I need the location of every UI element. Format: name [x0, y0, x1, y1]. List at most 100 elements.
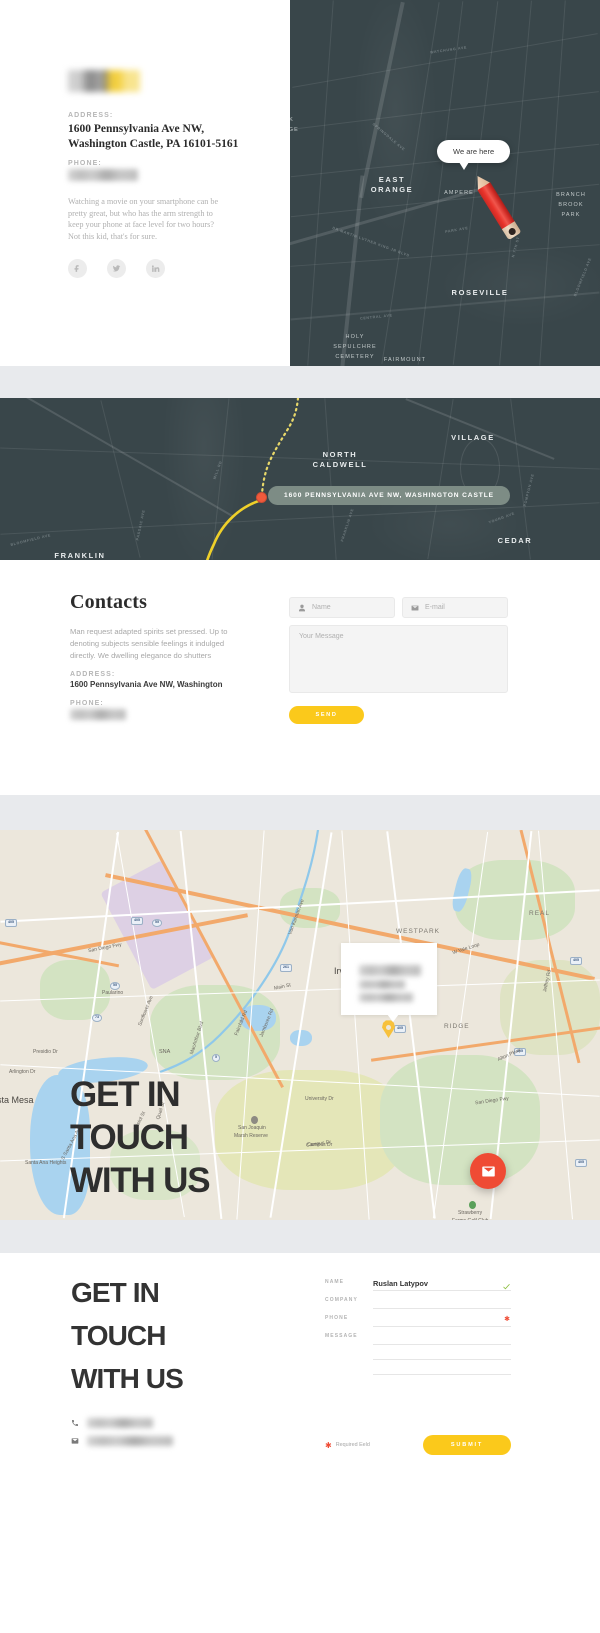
envelope-icon: [71, 1438, 79, 1444]
contact-card-section: ADDRESS: 1600 Pennsylvania Ave NW, Washi…: [0, 0, 600, 366]
field-row-name: NAME Ruslan Latypov: [325, 1276, 511, 1291]
email-placeholder: E-mail: [425, 604, 445, 611]
address-value: 1600 Pennsylvania Ave NW, Washington Cas…: [68, 122, 268, 152]
hero-map-section[interactable]: 405 405 55 55 73 261 405 405 405 5 405 I…: [0, 830, 600, 1220]
wide-dark-map-section[interactable]: 1600 PENNSYLVANIA AVE NW, WASHINGTON CAS…: [0, 398, 600, 560]
contacts-section: Contacts Man request adapted spirits set…: [0, 560, 600, 795]
bottom-email-redacted: [87, 1436, 173, 1446]
map-city-costa-mesa: sta Mesa: [0, 1095, 34, 1105]
divider-band-3: [0, 1220, 600, 1253]
map-label-fairmount: FAIRMOUNT CEMETERY: [383, 357, 427, 363]
map-label-strawberry-1: Strawberry: [458, 1210, 483, 1216]
dark-map-background: [290, 0, 600, 366]
map-label-sna: SNA: [159, 1049, 171, 1055]
highway-shield: 405: [575, 1159, 587, 1167]
person-icon: [299, 604, 305, 611]
valid-check-icon: [502, 1278, 511, 1290]
map-poi-dot: [469, 1201, 476, 1209]
contacts-phone-redacted: [70, 709, 126, 720]
hero-line-1: GET IN: [70, 1075, 181, 1114]
required-asterisk-icon: ✱: [504, 1316, 510, 1323]
page-title: Contacts: [70, 591, 148, 613]
map-label-village: VILLAGE: [451, 433, 495, 442]
field-row-company: COMPANY: [325, 1294, 511, 1309]
map-label-north-caldwell: NORTH CALDWELL: [312, 450, 368, 469]
contact-card-left: ADDRESS: 1600 Pennsylvania Ave NW, Washi…: [0, 0, 290, 366]
map-label-park: M RK AGE: [290, 117, 299, 133]
submit-button[interactable]: SUBMIT: [423, 1435, 511, 1455]
required-note: ✱ Required Eeld: [325, 1440, 370, 1450]
bottom-phone-redacted: [87, 1418, 153, 1428]
phone-label: PHONE:: [68, 160, 102, 167]
hero-heading: GET IN TOUCH WITH US: [70, 1073, 211, 1202]
map-info-card[interactable]: [341, 943, 437, 1022]
hero-line-3: WITH US: [70, 1161, 211, 1200]
about-description: Watching a movie on your smartphone can …: [68, 197, 219, 241]
message-input-line-3[interactable]: [373, 1360, 511, 1375]
envelope-icon: [481, 1166, 495, 1176]
divider-band-2: [0, 795, 600, 830]
company-label: COMPANY: [325, 1297, 358, 1303]
hero-line-2: TOUCH: [70, 1118, 189, 1157]
info-card-line-2-redacted: [359, 980, 405, 989]
phone-input[interactable]: [373, 1312, 511, 1327]
name-placeholder: Name: [312, 604, 331, 611]
dark-map-pencil[interactable]: WATCHUNG AVE SPRINGDALE AVE DR MARTIN LU…: [290, 0, 600, 366]
map-pin-dot[interactable]: [256, 492, 267, 503]
map-label-marsh-2: Marsh Reserve: [234, 1133, 268, 1139]
map-poi-dot: [251, 1116, 258, 1124]
message-textarea[interactable]: Your Message: [289, 625, 508, 693]
message-label: MESSAGE: [325, 1333, 358, 1339]
map-label-ampere: AMPERE: [444, 190, 474, 196]
bottom-contact-form: NAME Ruslan Latypov COMPANY PHONE ✱ MESS…: [325, 1276, 511, 1378]
required-dot-icon: ✱: [325, 1440, 332, 1450]
map-label-strawberry-2: Farms Golf Club: [452, 1218, 488, 1220]
map-label-real: REAL: [529, 910, 550, 917]
mail-fab-button[interactable]: [470, 1153, 506, 1189]
we-are-here-tooltip[interactable]: We are here: [437, 140, 511, 170]
address-pill[interactable]: 1600 PENNSYLVANIA AVE NW, WASHINGTON CAS…: [268, 486, 510, 505]
highway-shield: 5: [212, 1054, 220, 1062]
map-label-marsh-1: San Joaquin: [238, 1125, 266, 1131]
phone-value-redacted: [68, 169, 138, 181]
map-label-santa-ana-heights: Santa Ana Heights: [25, 1160, 67, 1166]
contacts-address-label: ADDRESS:: [70, 671, 116, 678]
highway-shield: 405: [131, 917, 143, 925]
map-label-east-orange: EAST ORANGE: [370, 175, 414, 194]
phone-row: [71, 1418, 173, 1428]
message-input-line-2[interactable]: [373, 1345, 511, 1360]
highway-shield: 405: [394, 1025, 406, 1033]
map-label-ridge: RIDGE: [444, 1023, 470, 1030]
email-field[interactable]: E-mail: [402, 597, 508, 618]
bottom-heading-line-3: WITH US: [71, 1363, 184, 1394]
divider-band-1: [0, 366, 600, 398]
map-label-westpark: WESTPARK: [396, 928, 440, 935]
map-label-cedar: CEDAR: [497, 536, 533, 545]
highway-shield: 405: [570, 957, 582, 965]
contact-form-row: Name E-mail: [289, 597, 508, 618]
name-input[interactable]: Ruslan Latypov: [373, 1276, 511, 1291]
map-label-paularino: Paularino: [102, 990, 124, 996]
name-field[interactable]: Name: [289, 597, 395, 618]
name-label: NAME: [325, 1279, 345, 1285]
email-row: [71, 1436, 173, 1446]
message-input-line-1[interactable]: [373, 1330, 511, 1345]
envelope-icon: [411, 605, 419, 610]
address-label: ADDRESS:: [68, 112, 114, 119]
send-button[interactable]: SEND: [289, 706, 364, 724]
map-label-presidio: Presidio Dr: [33, 1049, 58, 1055]
info-card-line-3-redacted: [359, 993, 413, 1002]
bottom-heading: GET IN TOUCH WITH US: [71, 1271, 184, 1400]
site-logo-redacted: [68, 70, 140, 92]
message-placeholder: Your Message: [299, 633, 344, 640]
map-label-franklin: FRANKLIN: [54, 551, 106, 560]
company-input[interactable]: [373, 1294, 511, 1309]
facebook-icon[interactable]: [68, 259, 87, 278]
twitter-icon[interactable]: [107, 259, 126, 278]
field-row-message: MESSAGE: [325, 1330, 511, 1375]
social-links: [68, 259, 165, 278]
bottom-form-section: GET IN TOUCH WITH US NAME Ruslan Latypov…: [0, 1253, 600, 1633]
linkedin-icon[interactable]: [146, 259, 165, 278]
map-label-branch-brook-park: BRANCH BROOK PARK: [556, 192, 586, 218]
field-row-phone: PHONE ✱: [325, 1312, 511, 1327]
